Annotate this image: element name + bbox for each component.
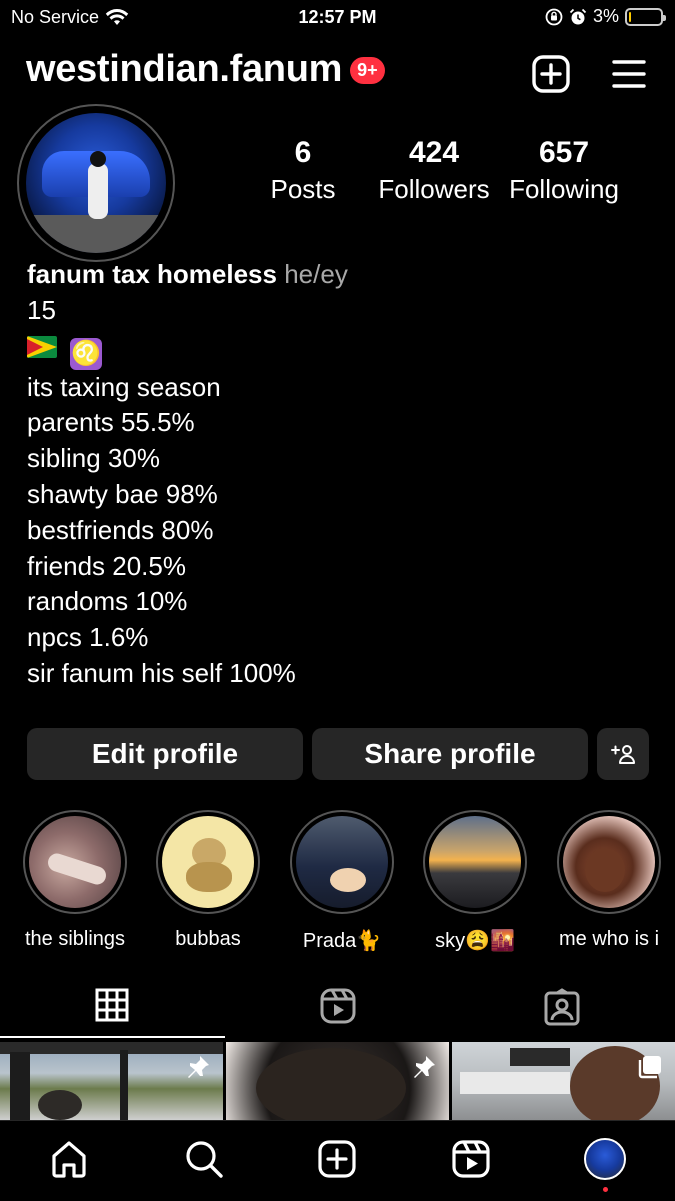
- highlight-ring: [290, 810, 394, 914]
- stat-label: Followers: [378, 174, 490, 204]
- nav-search[interactable]: [182, 1137, 226, 1181]
- highlight-cover: [162, 816, 254, 908]
- active-tab-indicator: [0, 1036, 225, 1038]
- status-bar: No Service 12:57 PM 3%: [0, 0, 675, 36]
- highlight-label: the siblings: [24, 928, 126, 950]
- new-post-icon: [532, 55, 570, 93]
- create-icon: [318, 1140, 356, 1178]
- highlight-label: bubbas: [175, 928, 241, 950]
- highlight-item[interactable]: Prada🐈: [277, 810, 407, 953]
- leo-sign-icon: ♌: [70, 337, 103, 370]
- bio-line: shawty bae 98%: [27, 478, 218, 509]
- home-icon: [52, 1141, 86, 1178]
- stat-following[interactable]: 657 Following: [500, 136, 628, 205]
- stat-label: Posts: [270, 174, 336, 204]
- bio-line: sir fanum his self 100%: [27, 657, 296, 688]
- tab-posts[interactable]: [95, 988, 129, 1027]
- bio-line: npcs 1.6%: [27, 622, 149, 653]
- bio-line: sibling 30%: [27, 443, 160, 474]
- reels-icon: [452, 1140, 490, 1178]
- nav-create[interactable]: [315, 1137, 359, 1181]
- highlight-ring: [423, 810, 527, 914]
- share-profile-button[interactable]: Share profile: [312, 728, 588, 780]
- highlight-item[interactable]: me who is i: [544, 810, 674, 951]
- highlight-label: me who is i: [558, 928, 660, 950]
- battery-icon: [625, 7, 666, 26]
- add-person-icon: [611, 745, 635, 764]
- edit-profile-button[interactable]: Edit profile: [27, 728, 303, 780]
- stat-label: Following: [509, 174, 619, 204]
- grid-post[interactable]: [0, 1042, 223, 1120]
- profile-photo: [26, 113, 166, 253]
- menu-button[interactable]: [612, 58, 646, 95]
- bio-line: its taxing season: [27, 371, 221, 402]
- photo-ground: [26, 215, 166, 253]
- multiple-posts-icon: [638, 1056, 661, 1079]
- pronouns: he/ey: [284, 259, 348, 289]
- bio-emoji-row: ♌: [27, 329, 348, 370]
- bio-line: 15: [27, 294, 56, 325]
- bio-name-row: fanum tax homeless he/ey: [27, 257, 348, 293]
- stat-followers[interactable]: 424 Followers: [369, 136, 499, 205]
- guyana-flag-icon: [27, 335, 57, 358]
- highlight-cover: [563, 816, 655, 908]
- stat-value: 6: [294, 136, 312, 169]
- alarm-icon: [569, 8, 587, 24]
- tagged-icon: [544, 988, 580, 1026]
- battery-percent: 3%: [592, 6, 619, 26]
- photo-person-head: [90, 151, 106, 167]
- nav-profile[interactable]: [583, 1137, 627, 1181]
- username[interactable]: westindian.fanum: [26, 48, 342, 91]
- nav-reels[interactable]: [449, 1137, 493, 1181]
- stat-value: 424: [408, 136, 460, 169]
- highlight-label: Prada🐈: [302, 930, 382, 952]
- notification-badge: 9+: [350, 57, 385, 84]
- highlight-item[interactable]: the siblings: [10, 810, 140, 951]
- battery-fill: [629, 11, 631, 22]
- grid-icon: [95, 988, 129, 1022]
- bottom-nav: [0, 1120, 675, 1201]
- bio-line: friends 20.5%: [27, 550, 186, 581]
- bio-line: parents 55.5%: [27, 407, 195, 438]
- discover-people-button[interactable]: [597, 728, 649, 780]
- bio-line: randoms 10%: [27, 586, 188, 617]
- tab-reels[interactable]: [320, 988, 356, 1029]
- profile-avatar: [584, 1138, 626, 1180]
- highlight-cover: [296, 816, 388, 908]
- new-post-button[interactable]: [532, 55, 570, 98]
- display-name: fanum tax homeless: [27, 259, 277, 289]
- grid-post[interactable]: [452, 1042, 675, 1120]
- nav-home[interactable]: [47, 1137, 91, 1181]
- reels-icon: [320, 988, 356, 1024]
- photo-person: [88, 163, 108, 219]
- notification-dot: [603, 1187, 608, 1192]
- search-icon: [186, 1141, 223, 1178]
- stat-value: 657: [538, 136, 590, 169]
- highlight-item[interactable]: sky😩🌇: [410, 810, 540, 953]
- menu-icon: [612, 60, 646, 88]
- highlight-ring: [23, 810, 127, 914]
- tab-tagged[interactable]: [544, 988, 580, 1031]
- highlight-cover: [29, 816, 121, 908]
- highlight-cover: [429, 816, 521, 908]
- highlight-ring: [156, 810, 260, 914]
- highlight-ring: [557, 810, 661, 914]
- bio-line: bestfriends 80%: [27, 514, 214, 545]
- pinned-icon: [188, 1056, 209, 1078]
- profile-header: westindian.fanum 9+: [26, 48, 385, 91]
- pinned-icon: [414, 1056, 435, 1078]
- stat-posts[interactable]: 6 Posts: [243, 136, 363, 205]
- bio: fanum tax homeless he/ey 15 ♌ its taxing…: [27, 257, 348, 692]
- profile-avatar[interactable]: [17, 104, 175, 262]
- highlight-item[interactable]: bubbas: [143, 810, 273, 951]
- highlight-label: sky😩🌇: [435, 930, 515, 952]
- grid-post[interactable]: [226, 1042, 449, 1120]
- orientation-lock-icon: [545, 8, 563, 25]
